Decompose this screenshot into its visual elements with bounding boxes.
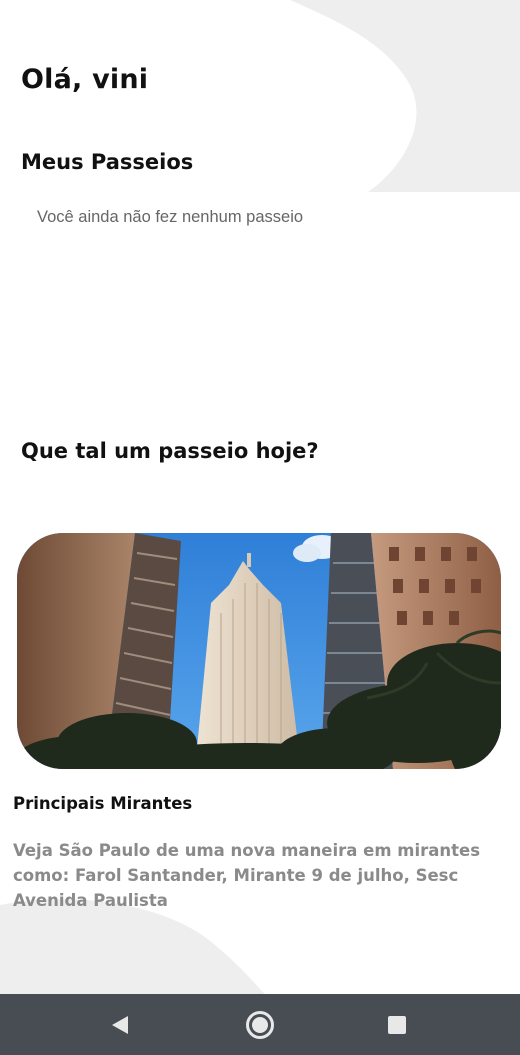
home-button[interactable]	[230, 994, 290, 1055]
suggestion-title: Que tal um passeio hoje?	[21, 439, 319, 463]
greeting-title: Olá, vini	[21, 64, 149, 95]
viewpoints-card-description: Veja São Paulo de uma nova maneira em mi…	[13, 841, 481, 910]
city-skyline-photo	[17, 533, 501, 769]
home-circle-icon	[246, 1010, 274, 1039]
viewpoints-card-title[interactable]: Principais Mirantes	[13, 794, 192, 813]
recent-apps-button[interactable]	[367, 994, 427, 1055]
my-trips-empty-message: Você ainda não fez nenhum passeio	[37, 208, 304, 226]
viewpoints-card-image[interactable]	[17, 533, 501, 769]
my-trips-title: Meus Passeios	[21, 150, 194, 174]
recent-apps-square-icon	[388, 1015, 406, 1034]
android-navigation-bar	[0, 994, 520, 1055]
back-button[interactable]	[90, 994, 150, 1055]
home-screen: Olá, vini Meus Passeios Você ainda não f…	[0, 0, 520, 1055]
back-triangle-icon	[112, 1015, 128, 1034]
home-dot	[252, 1016, 268, 1033]
